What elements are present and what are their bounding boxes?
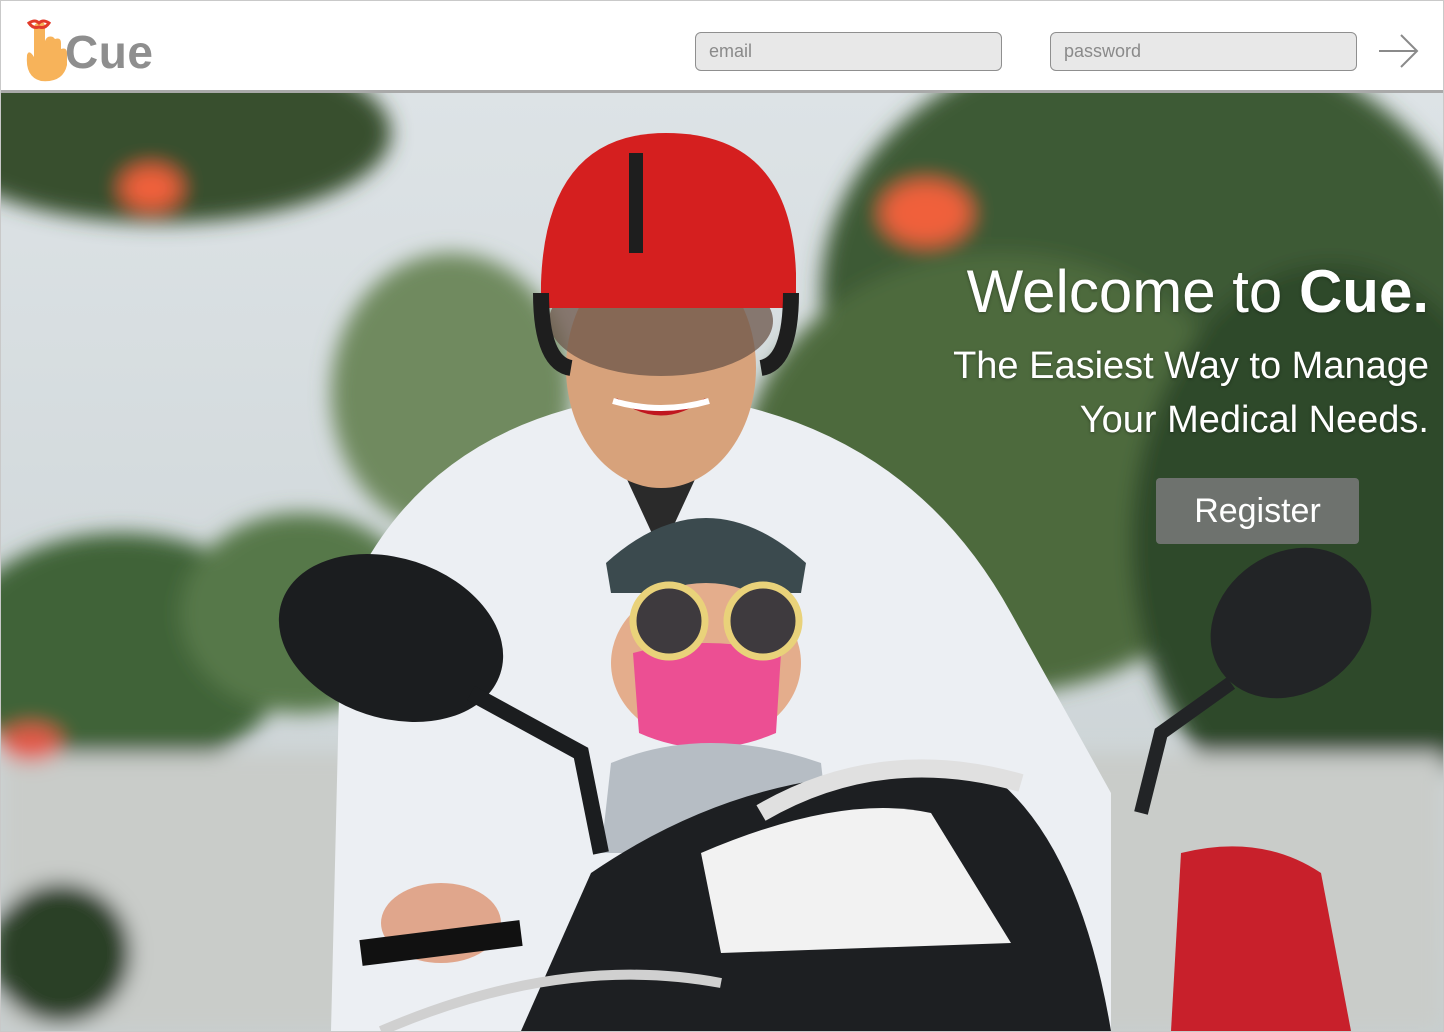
welcome-prefix: Welcome to bbox=[966, 258, 1299, 325]
hero-banner: Welcome to Cue. The Easiest Way to Manag… bbox=[1, 93, 1443, 1031]
logo[interactable]: Cue bbox=[17, 19, 167, 83]
hero-photo bbox=[1, 93, 1443, 1031]
arrow-right-icon[interactable] bbox=[1377, 31, 1421, 71]
brand-name: Cue bbox=[65, 26, 154, 78]
tagline: The Easiest Way to Manage Your Medical N… bbox=[909, 339, 1429, 447]
welcome-brand: Cue. bbox=[1298, 258, 1429, 325]
page-frame: Cue email Welcome to Cue. The Easiest Wa… bbox=[0, 0, 1444, 1032]
password-input[interactable] bbox=[1051, 33, 1356, 70]
welcome-headline: Welcome to Cue. bbox=[967, 257, 1429, 326]
password-field-wrapper bbox=[1050, 32, 1357, 71]
tagline-line-1: The Easiest Way to Manage bbox=[953, 345, 1429, 387]
register-button[interactable]: Register bbox=[1156, 478, 1359, 544]
email-field-wrapper bbox=[695, 32, 1002, 71]
tagline-line-2: Your Medical Needs. bbox=[1079, 399, 1429, 441]
email-input[interactable] bbox=[696, 33, 1001, 70]
top-navigation-bar: Cue bbox=[1, 1, 1443, 93]
